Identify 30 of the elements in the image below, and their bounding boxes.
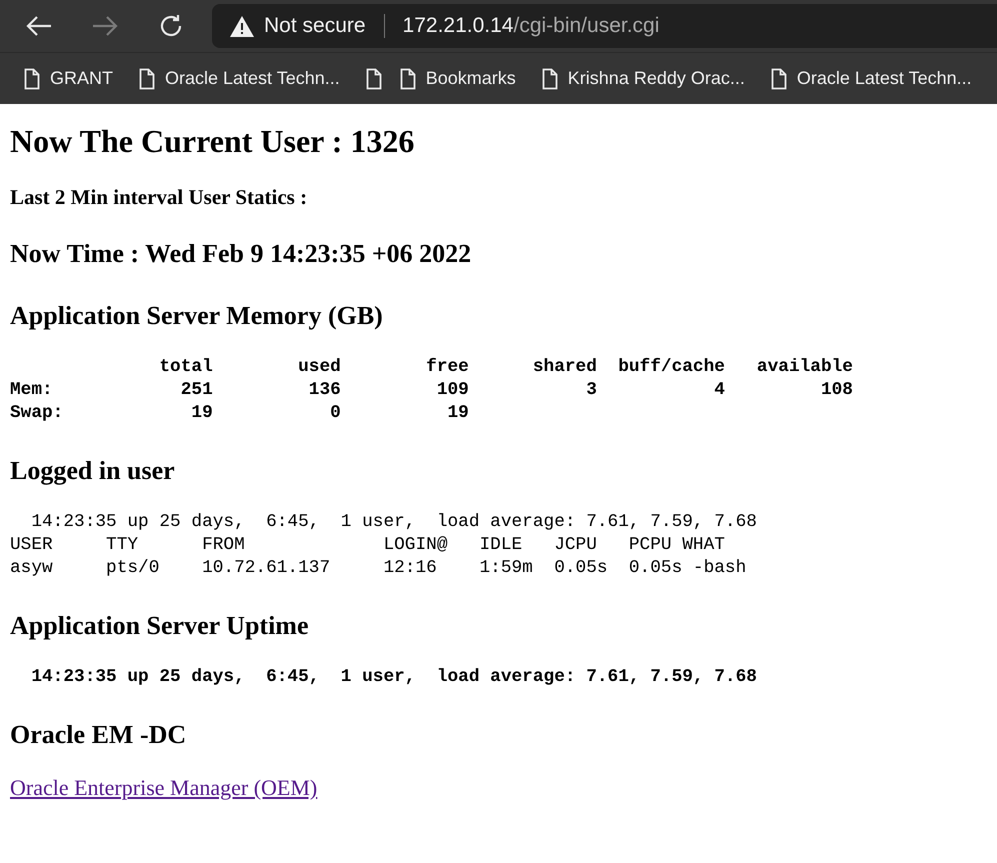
output-line: total used free shared buff/cache available — [158, 356, 853, 379]
url-text: 172.21.0.14/cgi-bin/user.cgi — [402, 14, 660, 38]
bookmark-item[interactable]: Oracle Latest Techn... — [139, 68, 340, 90]
warning-icon — [230, 16, 254, 36]
page-icon — [400, 68, 416, 90]
page-icon — [139, 68, 155, 90]
page-icon — [24, 68, 40, 90]
section-heading: Oracle EM -DC — [10, 719, 188, 751]
security-label: Not secure — [264, 14, 366, 38]
subheading: Last 2 Min interval User Statics : — [10, 184, 308, 210]
output-line: Swap: 19 0 19 — [10, 402, 469, 425]
section-heading: Application Server Memory (GB) — [10, 300, 384, 332]
output-line: Mem: 251 136 109 3 4 108 — [10, 379, 853, 402]
bookmark-item[interactable]: GRANT — [24, 68, 113, 90]
output-line: USER TTY FROM LOGIN@ IDLE JCPU PCPU WHAT — [10, 534, 725, 557]
bookmark-item[interactable]: Oracle Latest Techn... — [770, 68, 972, 90]
bookmark-item[interactable]: Bookmarks — [400, 68, 516, 90]
oem-link[interactable]: Oracle Enterprise Manager (OEM) — [10, 775, 318, 801]
page-icon — [542, 68, 558, 90]
output-line: 14:23:35 up 25 days, 6:45, 1 user, load average: 7.61, 7.59, 7.68 — [30, 666, 757, 689]
section-heading: Application Server Uptime — [10, 610, 310, 642]
output-line: asyw pts/0 10.72.61.137 12:16 1:59m 0.05s 0.05s -bash — [10, 557, 746, 580]
section-heading: Logged in user — [10, 455, 176, 487]
page-icon — [770, 68, 787, 90]
bookmark-item[interactable]: Krishna Reddy Orac... — [542, 68, 745, 90]
output-line: 14:23:35 up 25 days, 6:45, 1 user, load average: 7.61, 7.59, 7.68 — [30, 511, 757, 534]
page-icon — [366, 68, 382, 90]
time-heading: Now Time : Wed Feb 9 14:23:35 +06 2022 — [10, 238, 472, 270]
page-heading: Now The Current User : 1326 — [10, 122, 416, 160]
address-bar[interactable]: Not secure 172.21.0.14/cgi-bin/user.cgi — [212, 4, 997, 48]
